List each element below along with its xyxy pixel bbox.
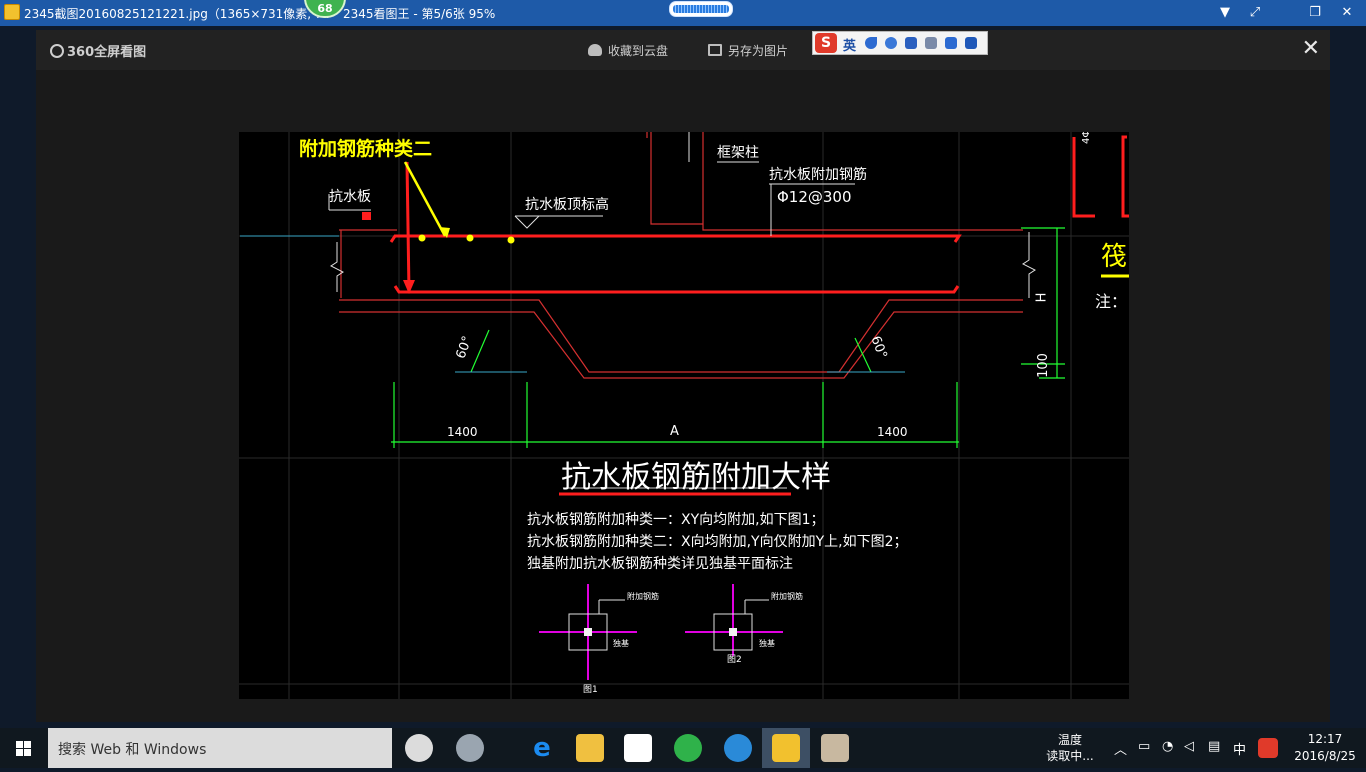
cloud-icon xyxy=(588,44,602,56)
store-icon[interactable] xyxy=(624,734,652,762)
tray-chevron-up-icon[interactable]: ︿ xyxy=(1114,739,1127,758)
viewer-brand-label: 360全屏看图 xyxy=(67,45,147,60)
task-view-icon[interactable] xyxy=(405,734,433,762)
fig1-label: 图1 xyxy=(583,685,598,695)
label-dim-100: 100 xyxy=(1035,353,1051,378)
disk-icon xyxy=(708,44,722,56)
label-rebar-spec: Φ12@300 xyxy=(777,188,852,206)
tray-volume-icon[interactable]: ◁ xyxy=(1184,739,1194,754)
user-photo-icon[interactable] xyxy=(821,734,849,762)
tray-notes-icon[interactable]: ▤ xyxy=(1208,739,1220,754)
taskbar-clock[interactable]: 12:17 2016/8/25 xyxy=(1292,731,1358,765)
drawing-heading: 抗水板钢筋附加大样 xyxy=(561,460,831,495)
tray-wifi-icon[interactable]: ◔ xyxy=(1162,739,1173,754)
browser-logo-icon xyxy=(50,44,64,58)
taskbar-search-box[interactable]: 搜索 Web 和 Windows xyxy=(48,728,392,768)
dropdown-menu-button[interactable]: ▼ xyxy=(1214,3,1236,23)
sogou-tray-icon[interactable] xyxy=(1258,738,1278,758)
cad-drawing-image: 附加钢筋种类二 抗水板 抗水板顶标高 框架柱 抗水板附加钢筋 Φ12@300 4… xyxy=(239,132,1129,699)
note-line-2: 抗水板钢筋附加种类二：X向均附加,Y向仅附加Y上,如下图2； xyxy=(527,534,908,550)
fig2-tag-side: 独基 xyxy=(759,639,775,648)
label-note: 注： xyxy=(1095,292,1128,311)
note-line-1: 抗水板钢筋附加种类一：XY向均附加,如下图1； xyxy=(527,512,825,528)
viewer-toolbar: 360全屏看图 收藏到云盘 另存为图片 ✕ xyxy=(36,30,1330,70)
weather-line-1: 温度 xyxy=(1057,733,1082,747)
browser-360-icon[interactable] xyxy=(456,734,484,762)
ime-toolbar[interactable]: S 英 xyxy=(812,31,988,55)
rebar-dot xyxy=(466,234,474,242)
keyboard-icon[interactable] xyxy=(905,37,917,49)
punctuation-icon[interactable] xyxy=(885,37,897,49)
voice-icon[interactable] xyxy=(925,37,937,49)
note-line-3: 独基附加抗水板钢筋种类详见独基平面标注 xyxy=(527,556,793,572)
sogou-browser-icon[interactable] xyxy=(724,734,752,762)
save-to-cloud-label: 收藏到云盘 xyxy=(608,44,669,58)
label-dim-h: H xyxy=(1034,292,1050,303)
close-window-button[interactable]: ✕ xyxy=(1336,3,1358,23)
rebar-dot xyxy=(507,236,515,244)
annotation-title: 附加钢筋种类二 xyxy=(299,138,433,160)
viewer-brand: 360全屏看图 xyxy=(50,41,146,60)
weather-widget[interactable]: 温度读取中... xyxy=(1042,732,1098,764)
sogou-logo-icon[interactable]: S xyxy=(815,33,837,53)
save-as-image-label: 另存为图片 xyxy=(728,44,789,58)
skin-icon[interactable] xyxy=(945,37,957,49)
clock-time: 12:17 xyxy=(1307,732,1343,746)
label-extra-rebar: 抗水板附加钢筋 xyxy=(769,167,867,183)
tray-battery-icon[interactable]: ▭ xyxy=(1138,739,1150,754)
start-button[interactable] xyxy=(0,728,48,768)
label-top-right-rebar: 4Φ12 xyxy=(1081,132,1092,144)
label-frame-column: 框架柱 xyxy=(717,145,759,161)
fig1-tag-side: 独基 xyxy=(613,639,629,648)
tools-icon[interactable] xyxy=(965,37,977,49)
fig1-tag-top: 附加钢筋 xyxy=(627,592,659,601)
save-to-cloud-button[interactable]: 收藏到云盘 xyxy=(588,42,668,59)
save-as-image-button[interactable]: 另存为图片 xyxy=(708,42,788,59)
windows-logo-icon xyxy=(16,741,31,756)
weather-line-2: 读取中... xyxy=(1046,749,1094,763)
image-viewer-taskbar-icon[interactable] xyxy=(772,734,800,762)
slab-marker xyxy=(362,212,371,220)
file-explorer-icon[interactable] xyxy=(576,734,604,762)
clock-date: 2016/8/25 xyxy=(1294,749,1356,763)
label-raft: 筏 xyxy=(1101,242,1128,272)
fig2-tag-top: 附加钢筋 xyxy=(771,592,803,601)
image-viewer-app-icon xyxy=(4,4,20,20)
moon-icon[interactable] xyxy=(865,37,877,49)
ime-mode-indicator[interactable]: 中 xyxy=(1233,739,1246,758)
label-antiwater-slab: 抗水板 xyxy=(329,189,371,205)
loading-progress-bar xyxy=(669,1,733,17)
label-slab-top-level: 抗水板顶标高 xyxy=(525,197,609,213)
fig2-label: 图2 xyxy=(727,655,742,665)
browser-360-safe-icon[interactable] xyxy=(674,734,702,762)
label-dim-left: 1400 xyxy=(447,425,478,439)
window-title: 2345截图20160825121221.jpg（1365×731像素, 74 xyxy=(24,7,331,21)
window-title-suffix: 2345看图王 - 第5/6张 95% xyxy=(343,7,496,21)
fullscreen-button[interactable]: ⤢ xyxy=(1244,3,1266,23)
window-titlebar[interactable]: 2345截图20160825121221.jpg（1365×731像素, 74 … xyxy=(0,0,1366,26)
figure-1-diagram xyxy=(539,584,637,680)
label-dim-right: 1400 xyxy=(877,425,908,439)
cad-drawing-svg xyxy=(239,132,1129,699)
ime-language-toggle[interactable]: 英 xyxy=(843,35,856,54)
windows-taskbar: 搜索 Web 和 Windows e 温度 读取中... ︿ ▭ ◔ ◁ ▤ 中 … xyxy=(0,728,1366,768)
close-viewer-button[interactable]: ✕ xyxy=(1302,38,1320,60)
label-dim-mid: A xyxy=(670,424,679,439)
edge-browser-icon[interactable]: e xyxy=(528,734,556,762)
rebar-dot xyxy=(418,234,426,242)
restore-button[interactable]: ❐ xyxy=(1304,3,1326,23)
